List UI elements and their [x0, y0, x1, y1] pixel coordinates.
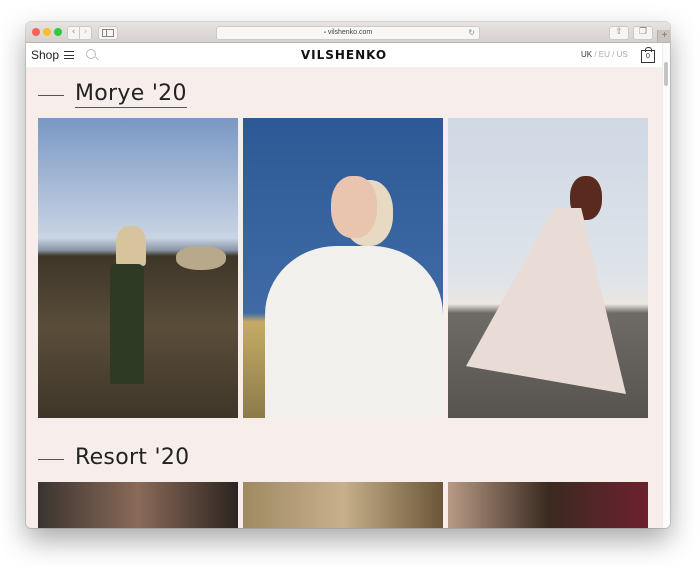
- tabs-icon: ❐: [638, 27, 648, 37]
- browser-window: ‹ › ▪ vilshenko.com ↻ ⇧ ❐ + Shop VILSHENK…: [26, 22, 670, 528]
- site-header: Shop VILSHENKO UK / EU / US 0: [26, 43, 662, 67]
- model-dress: [265, 246, 443, 418]
- heading-rule: [38, 459, 64, 460]
- region-us[interactable]: US: [617, 50, 628, 59]
- browser-titlebar: ‹ › ▪ vilshenko.com ↻ ⇧ ❐ +: [26, 22, 670, 43]
- scrollbar-thumb[interactable]: [664, 62, 668, 86]
- heading-rule: [38, 95, 64, 96]
- region-separator: /: [609, 50, 617, 59]
- lock-icon: ▪: [323, 30, 326, 36]
- url-text: vilshenko.com: [327, 29, 373, 36]
- shopping-bag-icon[interactable]: 0: [641, 47, 655, 63]
- model-dress: [466, 208, 626, 394]
- section-title-link[interactable]: Morye '20: [75, 81, 187, 108]
- region-separator: /: [592, 50, 599, 59]
- close-window-button[interactable]: [32, 28, 40, 36]
- collection-photo[interactable]: [243, 118, 443, 418]
- scrollbar[interactable]: [662, 43, 670, 528]
- forward-button[interactable]: ›: [79, 26, 92, 40]
- collection-photo[interactable]: [243, 482, 443, 528]
- collection-photo[interactable]: [38, 118, 238, 418]
- maximize-window-button[interactable]: [54, 28, 62, 36]
- region-selector: UK / EU / US: [581, 50, 628, 59]
- chevron-left-icon: ‹: [71, 27, 76, 37]
- region-eu[interactable]: EU: [599, 50, 610, 59]
- address-bar[interactable]: ▪ vilshenko.com ↻: [216, 26, 480, 40]
- page-content: Morye '20 Resort '20: [26, 67, 662, 528]
- reload-icon[interactable]: ↻: [468, 27, 475, 39]
- collection-photo[interactable]: [448, 118, 648, 418]
- share-icon: ⇧: [615, 27, 623, 37]
- rock: [176, 246, 226, 270]
- minimize-window-button[interactable]: [43, 28, 51, 36]
- model-figure: [116, 226, 146, 266]
- show-tabs-button[interactable]: ❐: [633, 26, 653, 40]
- chevron-right-icon: ›: [83, 27, 88, 37]
- collection-photo[interactable]: [38, 482, 238, 528]
- model-head: [331, 176, 377, 238]
- sidebar-toggle-button[interactable]: [98, 26, 118, 40]
- model-skirt: [110, 264, 144, 384]
- cart-count: 0: [646, 53, 650, 60]
- section-title-link[interactable]: Resort '20: [75, 445, 189, 470]
- site-logo[interactable]: VILSHENKO: [26, 48, 662, 62]
- region-uk[interactable]: UK: [581, 50, 592, 59]
- new-tab-button[interactable]: +: [657, 30, 670, 42]
- share-button[interactable]: ⇧: [609, 26, 629, 40]
- sidebar-icon: [102, 29, 114, 37]
- collection-photo[interactable]: [448, 482, 648, 528]
